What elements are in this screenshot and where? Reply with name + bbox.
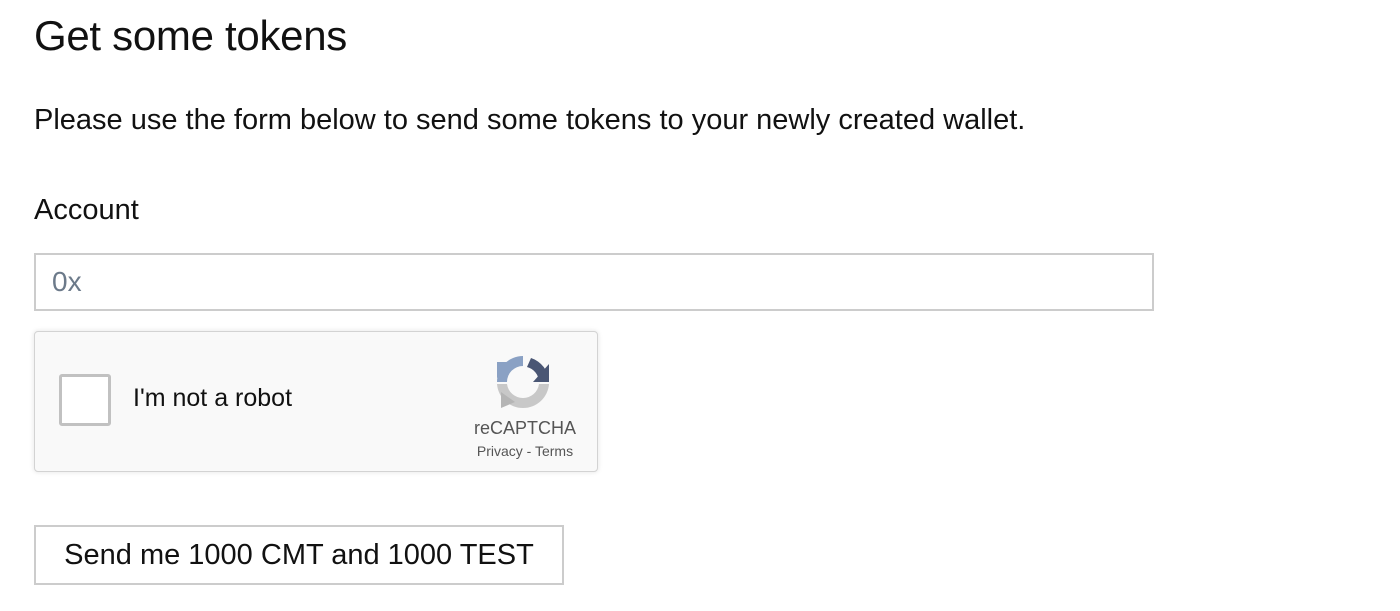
recaptcha-terms-link[interactable]: Terms — [535, 443, 573, 459]
recaptcha-links: Privacy - Terms — [455, 443, 595, 459]
account-label: Account — [34, 194, 139, 226]
page-intro: Please use the form below to send some t… — [34, 104, 1026, 136]
recaptcha-privacy-link[interactable]: Privacy — [477, 443, 523, 459]
recaptcha-logo-icon — [497, 356, 549, 409]
faucet-page: Get some tokens Please use the form belo… — [0, 0, 1400, 611]
recaptcha-brand: reCAPTCHA — [473, 418, 576, 438]
recaptcha-links-separator: - — [522, 443, 535, 459]
recaptcha-checkbox-label: I'm not a robot — [133, 384, 293, 412]
page-title: Get some tokens — [34, 12, 347, 59]
recaptcha-checkbox[interactable] — [59, 374, 111, 426]
recaptcha-widget: I'm not a robot reCAPTCHA Privacy - Term… — [34, 331, 598, 472]
account-input[interactable] — [34, 253, 1154, 311]
send-tokens-button[interactable]: Send me 1000 CMT and 1000 TEST — [34, 525, 564, 585]
